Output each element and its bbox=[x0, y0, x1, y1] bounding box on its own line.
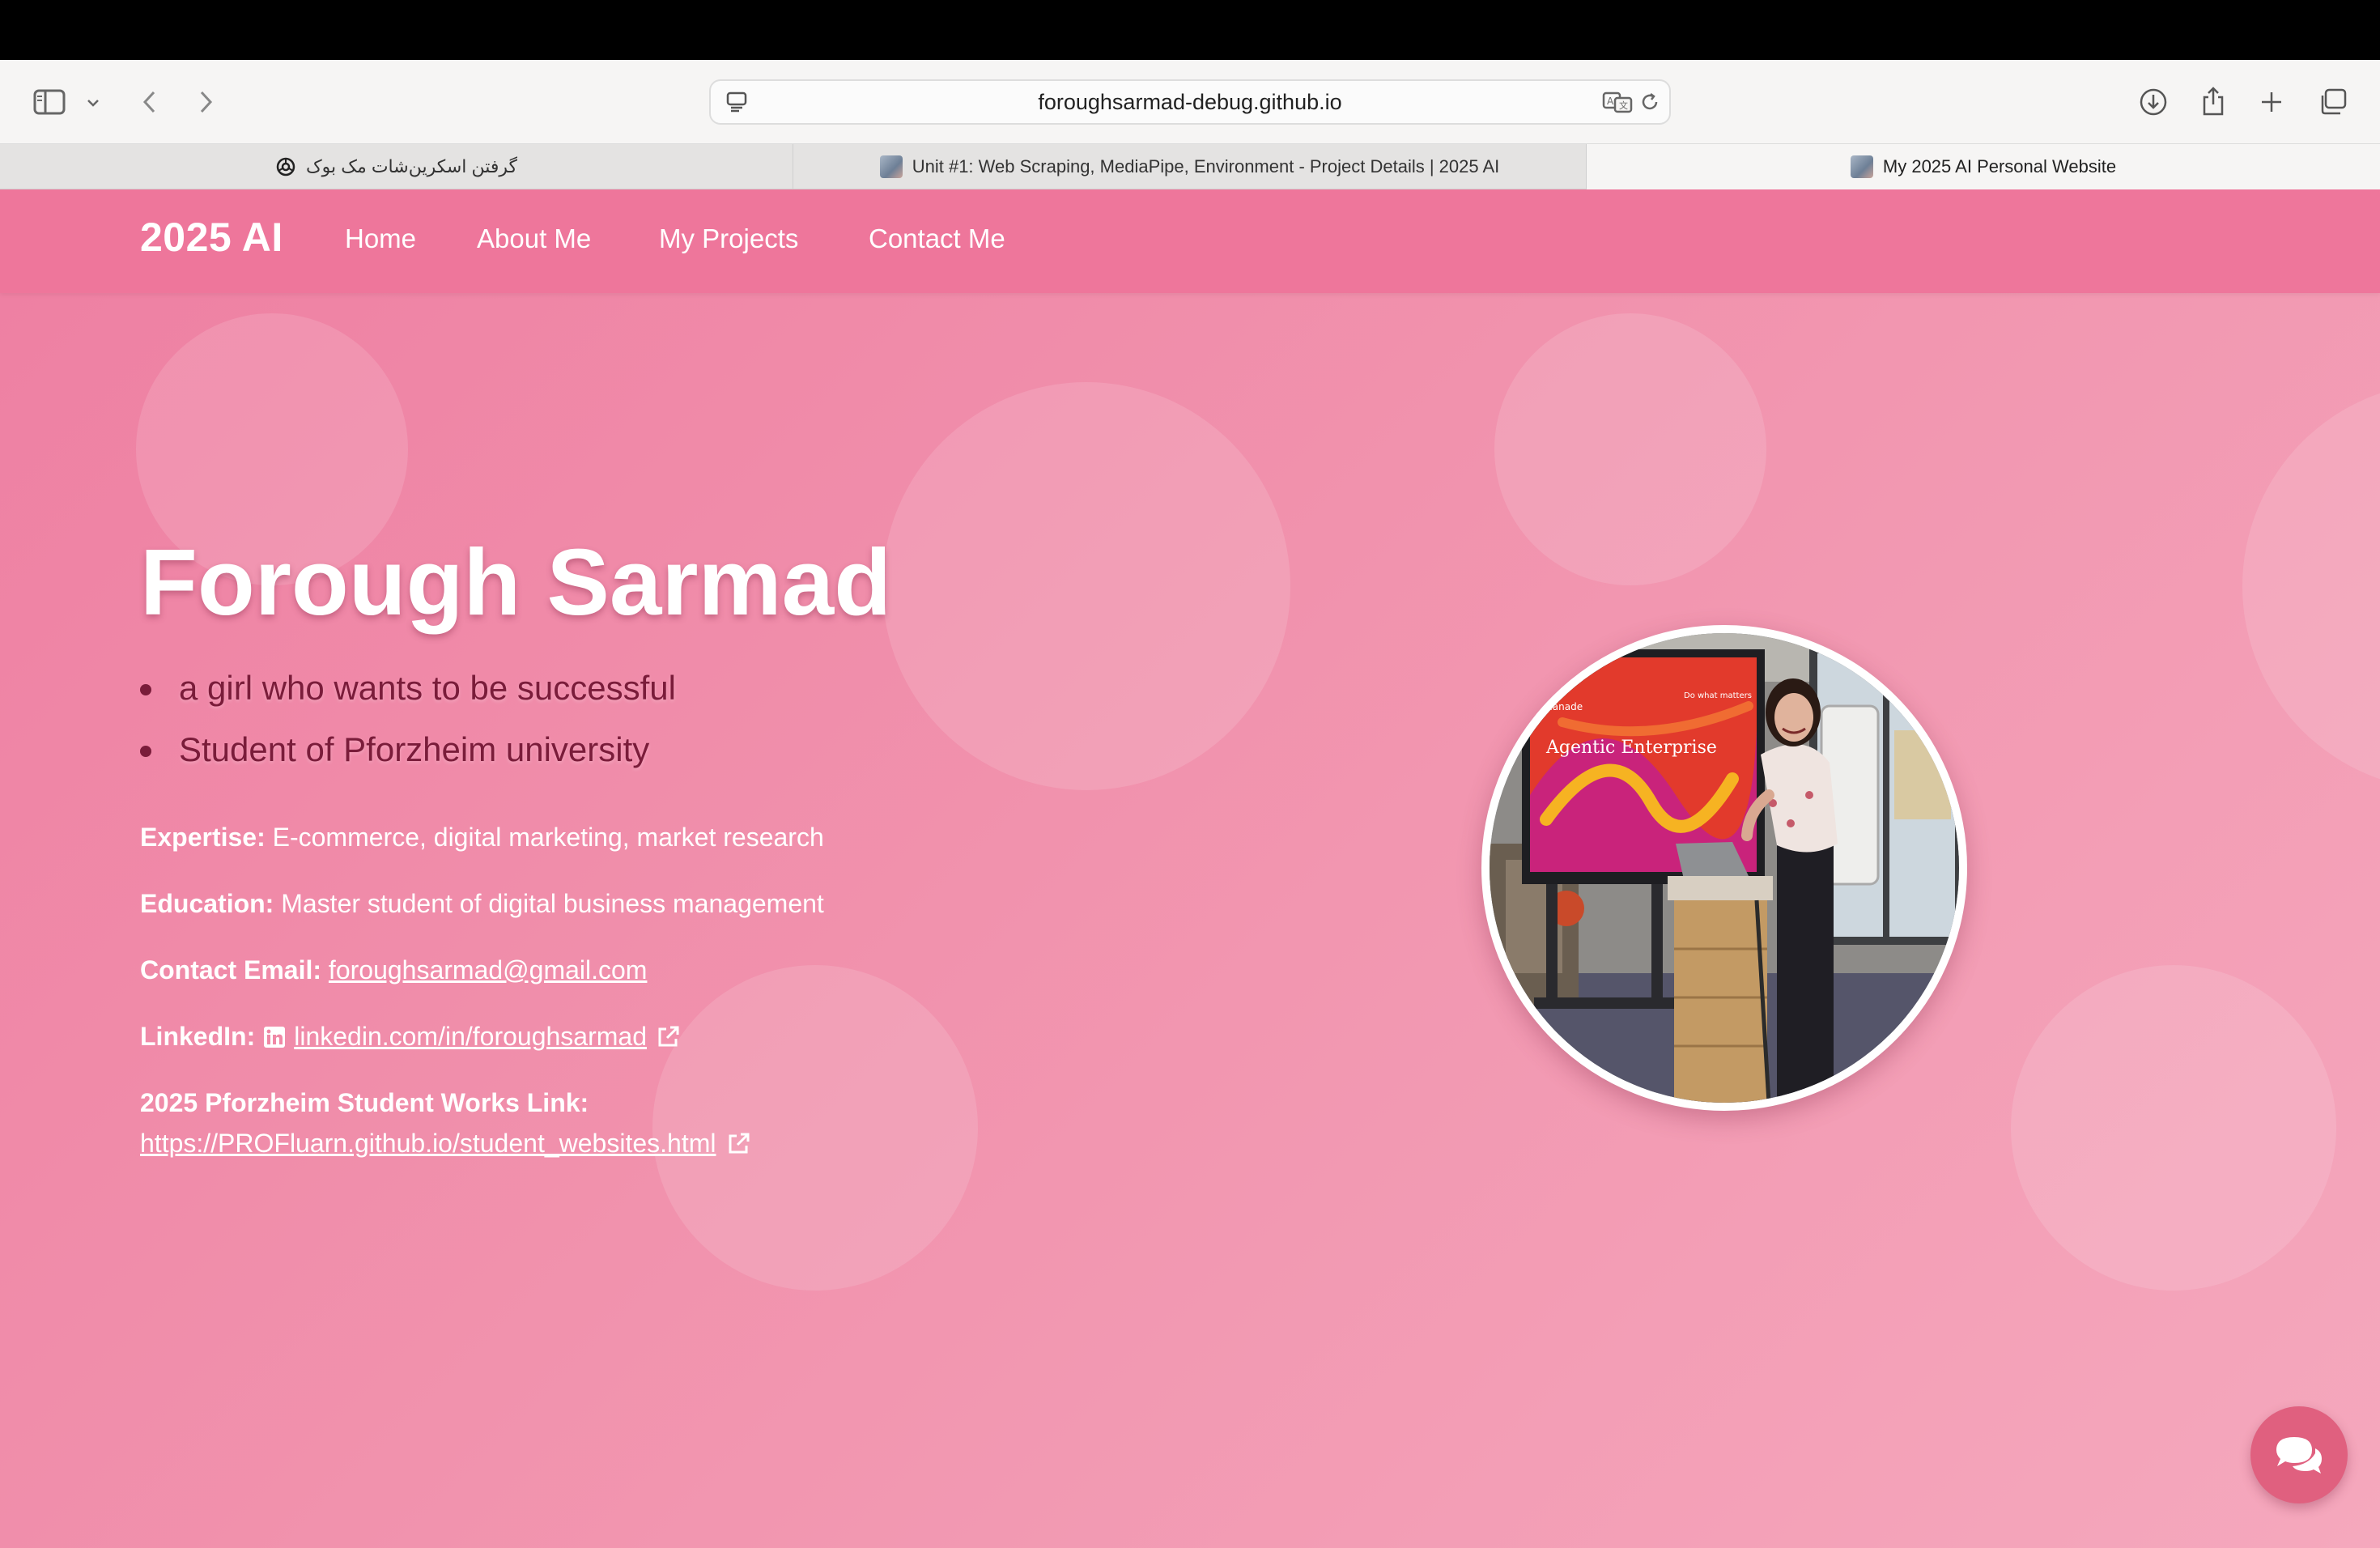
translate-icon[interactable]: A文 bbox=[1600, 87, 1635, 117]
sidebar-toggle-icon[interactable] bbox=[31, 84, 68, 120]
profile-photo: Agentic Enterprise valanade Do what matt… bbox=[1481, 625, 1967, 1111]
slide-title: Agentic Enterprise bbox=[1545, 738, 1717, 758]
tab-label: Unit #1: Web Scraping, MediaPipe, Enviro… bbox=[912, 156, 1500, 176]
tab-overview-icon[interactable] bbox=[2314, 84, 2352, 120]
system-menu-bar bbox=[0, 0, 2380, 60]
linkedin-icon bbox=[263, 1026, 286, 1048]
decorative-bubble bbox=[2011, 965, 2336, 1291]
site-navbar: 2025 AI Home About Me My Projects Contac… bbox=[0, 189, 2380, 293]
hero-name: Forough Sarmad bbox=[140, 529, 892, 635]
expertise-line: Expertise: E-commerce, digital marketing… bbox=[140, 823, 824, 853]
decorative-bubble bbox=[1494, 313, 1766, 585]
svg-text:A: A bbox=[1607, 96, 1614, 107]
slide-company: valanade bbox=[1538, 701, 1583, 712]
expertise-label: Expertise: bbox=[140, 823, 266, 852]
education-value: Master student of digital business manag… bbox=[281, 889, 824, 918]
linkedin-label: LinkedIn: bbox=[140, 1022, 256, 1051]
nav-home[interactable]: Home bbox=[345, 223, 416, 254]
tab-label: My 2025 AI Personal Website bbox=[1882, 156, 2117, 176]
share-icon[interactable] bbox=[2194, 81, 2233, 121]
tab-macbook-screenshot[interactable]: گرفتن اسکرین‌شات مک بوک bbox=[0, 144, 793, 189]
site-favicon-icon bbox=[879, 155, 903, 178]
linkedin-line: LinkedIn: linkedin.com/in/foroughsarmad bbox=[140, 1022, 681, 1052]
nav-contact-me[interactable]: Contact Me bbox=[869, 223, 1005, 254]
chat-button[interactable] bbox=[2250, 1406, 2348, 1503]
new-tab-icon[interactable] bbox=[2254, 84, 2289, 120]
education-label: Education: bbox=[140, 889, 274, 918]
works-label: 2025 Pforzheim Student Works Link: bbox=[140, 1088, 589, 1117]
chat-bubbles-icon bbox=[2273, 1432, 2325, 1478]
nav-my-projects[interactable]: My Projects bbox=[659, 223, 798, 254]
linkedin-link[interactable]: linkedin.com/in/foroughsarmad bbox=[294, 1022, 647, 1052]
tagline-list: a girl who wants to be successful Studen… bbox=[140, 664, 676, 787]
url-text: foroughsarmad-debug.github.io bbox=[1038, 89, 1342, 114]
email-label: Contact Email: bbox=[140, 955, 322, 985]
expertise-value: E-commerce, digital marketing, market re… bbox=[272, 823, 824, 852]
site-brand[interactable]: 2025 AI bbox=[140, 214, 283, 261]
decorative-bubble bbox=[882, 382, 1290, 790]
screen: foroughsarmad-debug.github.io A文 گرفتن ا… bbox=[0, 0, 2380, 1548]
browser-toolbar: foroughsarmad-debug.github.io A文 bbox=[0, 60, 2380, 144]
slide-tagline: Do what matters bbox=[1684, 691, 1752, 700]
address-bar[interactable]: foroughsarmad-debug.github.io A文 bbox=[709, 79, 1671, 125]
tab-strip: گرفتن اسکرین‌شات مک بوک Unit #1: Web Scr… bbox=[0, 144, 2380, 189]
decorative-bubble bbox=[652, 965, 978, 1291]
works-link[interactable]: https://PROFluarn.github.io/student_webs… bbox=[140, 1129, 716, 1159]
download-icon[interactable] bbox=[2134, 83, 2173, 121]
svg-text:文: 文 bbox=[1619, 100, 1628, 111]
tab-personal-website[interactable]: My 2025 AI Personal Website bbox=[1587, 144, 2380, 189]
back-icon[interactable] bbox=[134, 84, 166, 120]
tagline-item: Student of Pforzheim university bbox=[140, 725, 676, 787]
tab-unit-1[interactable]: Unit #1: Web Scraping, MediaPipe, Enviro… bbox=[793, 144, 1587, 189]
reload-icon[interactable] bbox=[1635, 87, 1664, 117]
email-line: Contact Email: foroughsarmad@gmail.com bbox=[140, 955, 647, 985]
external-link-icon bbox=[725, 1131, 751, 1157]
site-favicon-icon bbox=[1850, 155, 1873, 178]
tagline-item: a girl who wants to be successful bbox=[140, 664, 676, 725]
tab-label: گرفتن اسکرین‌شات مک بوک bbox=[305, 156, 518, 176]
external-link-icon bbox=[655, 1024, 681, 1050]
education-line: Education: Master student of digital bus… bbox=[140, 889, 824, 919]
email-link[interactable]: foroughsarmad@gmail.com bbox=[329, 955, 648, 985]
bullet-dot bbox=[140, 746, 151, 757]
bullet-dot bbox=[140, 684, 151, 695]
forward-icon[interactable] bbox=[189, 84, 222, 120]
works-label-line: 2025 Pforzheim Student Works Link: bbox=[140, 1088, 589, 1118]
decorative-bubble bbox=[2242, 382, 2380, 790]
openai-icon bbox=[275, 156, 296, 177]
web-page: 2025 AI Home About Me My Projects Contac… bbox=[0, 189, 2380, 1548]
nav-about-me[interactable]: About Me bbox=[477, 223, 591, 254]
works-link-line: https://PROFluarn.github.io/student_webs… bbox=[140, 1129, 751, 1159]
chevron-down-icon[interactable] bbox=[81, 92, 105, 113]
